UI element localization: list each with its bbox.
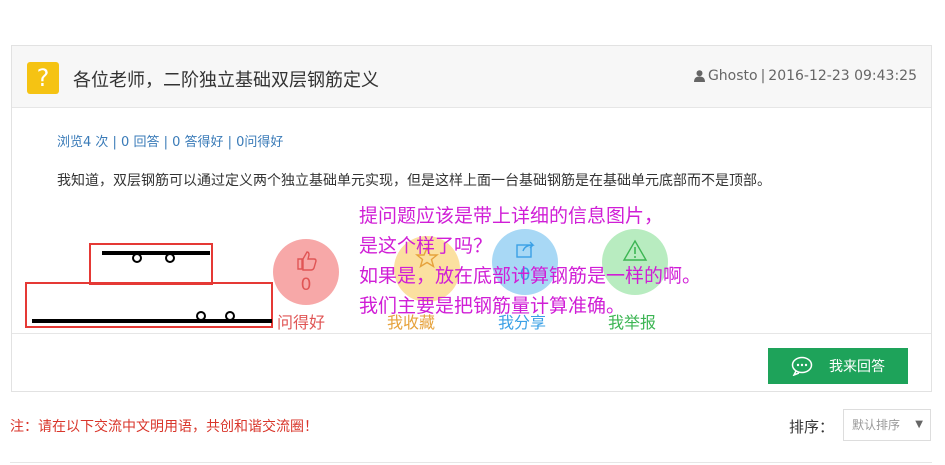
question-meta: Ghosto | 2016-12-23 09:43:25 <box>693 68 917 84</box>
question-body: 我知道，双层钢筋可以通过定义两个独立基础单元实现，但是这样上面一台基础钢筋是在基… <box>57 173 771 189</box>
question-stats: 浏览4 次 | 0 回答 | 0 答得好 | 0问得好 <box>57 135 284 150</box>
card-divider <box>12 333 931 334</box>
meta-separator: | <box>760 68 766 84</box>
author-name[interactable]: Ghosto <box>708 68 758 84</box>
sort-selected-value: 默认排序 <box>852 418 901 432</box>
annotation-overlay: 提问题应该是带上详细的信息图片， 是这个样了吗？ 如果是，放在底部计算钢筋是一样… <box>359 201 701 321</box>
answer-button-label: 我来回答 <box>829 359 885 375</box>
question-card: ? 各位老师，二阶独立基础双层钢筋定义 Ghosto | 2016-12-23 … <box>11 45 932 392</box>
sort-select[interactable]: 默认排序 ▼ <box>843 409 931 441</box>
chevron-down-icon: ▼ <box>915 419 923 430</box>
thumbs-up-icon <box>297 251 317 271</box>
good-question-count: 0 <box>300 275 312 295</box>
question-header: ? 各位老师，二阶独立基础双层钢筋定义 Ghosto | 2016-12-23 … <box>12 46 931 108</box>
foundation-sketch-image <box>25 243 273 328</box>
user-icon <box>693 70 705 82</box>
bottom-divider <box>10 462 932 463</box>
good-question-label[interactable]: 问得好 <box>277 309 325 333</box>
annotation-line-4: 我们主要是把钢筋量计算准确。 <box>359 295 626 317</box>
post-datetime: 2016-12-23 09:43:25 <box>768 68 917 84</box>
annotation-line-2: 是这个样了吗？ <box>359 235 493 257</box>
sort-label: 排序： <box>789 418 835 436</box>
annotation-line-3: 如果是，放在底部计算钢筋是一样的啊。 <box>359 265 702 287</box>
question-mark-icon: ? <box>27 62 59 94</box>
annotation-line-1: 提问题应该是带上详细的信息图片， <box>359 205 664 227</box>
chat-icon <box>791 356 813 376</box>
good-question-button[interactable]: 0 <box>273 239 339 305</box>
question-title: 各位老师，二阶独立基础双层钢筋定义 <box>73 70 379 91</box>
civility-notice: 注：请在以下交流中文明用语，共创和谐交流圈！ <box>10 419 318 435</box>
answer-button[interactable]: 我来回答 <box>768 348 908 384</box>
